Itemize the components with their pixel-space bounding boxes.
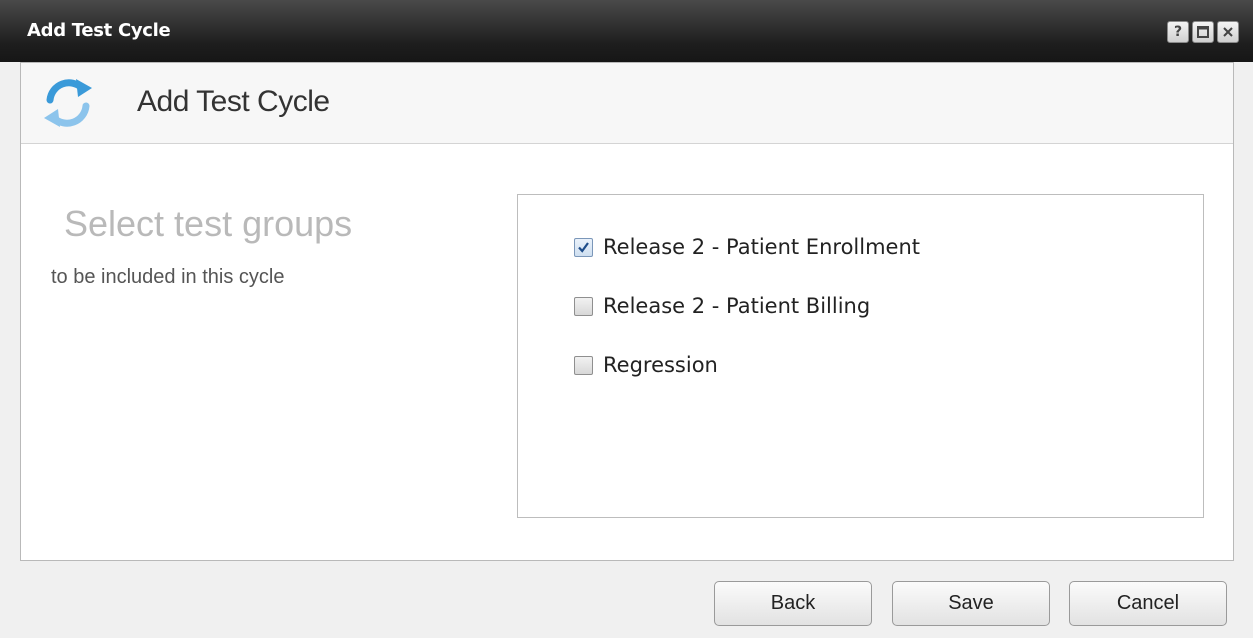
dialog-header: Add Test Cycle [21, 63, 1233, 144]
group-option-patient-enrollment[interactable]: Release 2 - Patient Enrollment [574, 235, 920, 259]
checkbox-unchecked[interactable] [574, 355, 593, 375]
group-label: Release 2 - Patient Enrollment [603, 235, 920, 259]
group-option-regression[interactable]: Regression [574, 353, 718, 377]
instructions-heading: Select test groups [64, 203, 353, 244]
dialog-titlebar[interactable]: Add Test Cycle ? [0, 0, 1253, 62]
refresh-cycle-icon [44, 79, 92, 127]
header-title: Add Test Cycle [137, 85, 330, 118]
checkmark-icon [578, 241, 589, 253]
checkbox-unchecked[interactable] [574, 296, 593, 316]
save-button[interactable]: Save [892, 581, 1050, 626]
cancel-button[interactable]: Cancel [1069, 581, 1227, 626]
back-button[interactable]: Back [714, 581, 872, 626]
dialog-title: Add Test Cycle [27, 20, 171, 41]
test-groups-list: Release 2 - Patient Enrollment Release 2… [517, 194, 1204, 518]
group-label: Release 2 - Patient Billing [603, 294, 871, 318]
window-controls: ? [1167, 21, 1239, 43]
instructions-subtext: to be included in this cycle [51, 266, 285, 288]
close-button[interactable] [1217, 21, 1239, 43]
dialog-content-panel: Add Test Cycle Select test groups to be … [20, 62, 1234, 561]
help-button[interactable]: ? [1167, 21, 1189, 43]
group-option-patient-billing[interactable]: Release 2 - Patient Billing [574, 294, 870, 318]
maximize-icon [1197, 26, 1209, 38]
group-label: Regression [603, 353, 718, 377]
help-icon: ? [1173, 24, 1183, 40]
checkbox-checked[interactable] [574, 237, 593, 257]
maximize-button[interactable] [1192, 21, 1214, 43]
close-icon [1223, 27, 1233, 37]
